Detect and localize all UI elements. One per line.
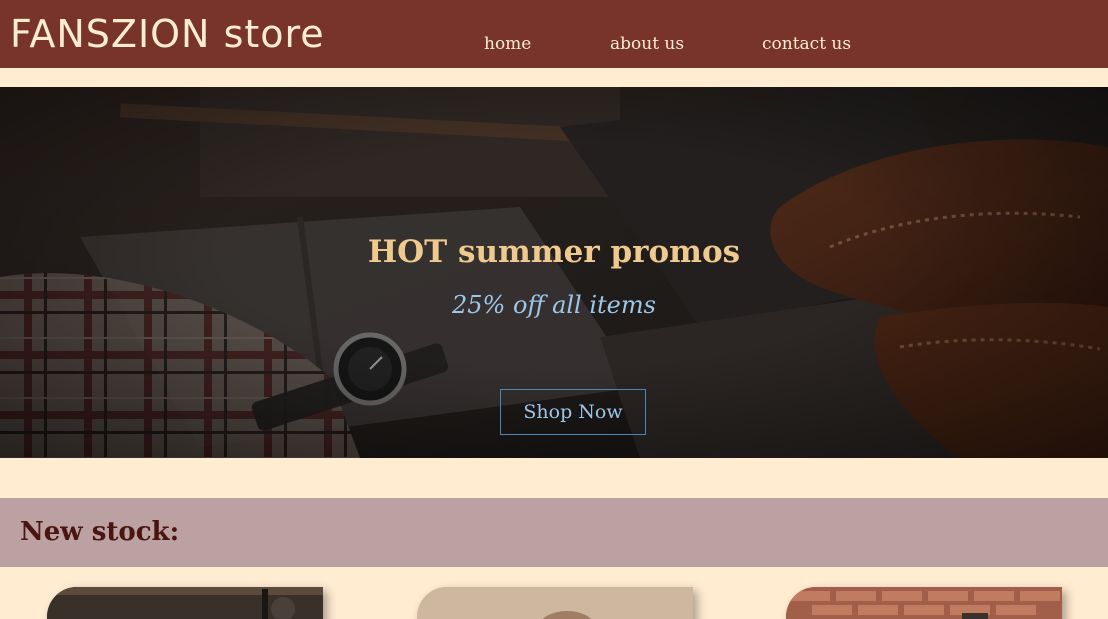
new-stock-title: New stock: (20, 517, 180, 547)
shop-now-button[interactable]: Shop Now (500, 389, 646, 435)
product-image (47, 587, 323, 619)
nav-link-about-us[interactable]: about us (610, 33, 684, 55)
product-card[interactable] (786, 587, 1062, 619)
site-header: FANSZION store home about us contact us (0, 0, 1108, 68)
product-card[interactable] (47, 587, 323, 619)
hero-subtitle: 25% off all items (452, 291, 656, 319)
hero-banner: HOT summer promos 25% off all items Shop… (0, 87, 1108, 458)
product-image (417, 587, 693, 619)
new-stock-header: New stock: (0, 498, 1108, 567)
nav-link-contact-us[interactable]: contact us (762, 33, 851, 55)
main-nav: home about us contact us (0, 33, 1108, 57)
hero-title: HOT summer promos (367, 234, 741, 270)
product-image (786, 587, 1062, 619)
nav-link-home[interactable]: home (484, 33, 531, 55)
product-card[interactable] (417, 587, 693, 619)
